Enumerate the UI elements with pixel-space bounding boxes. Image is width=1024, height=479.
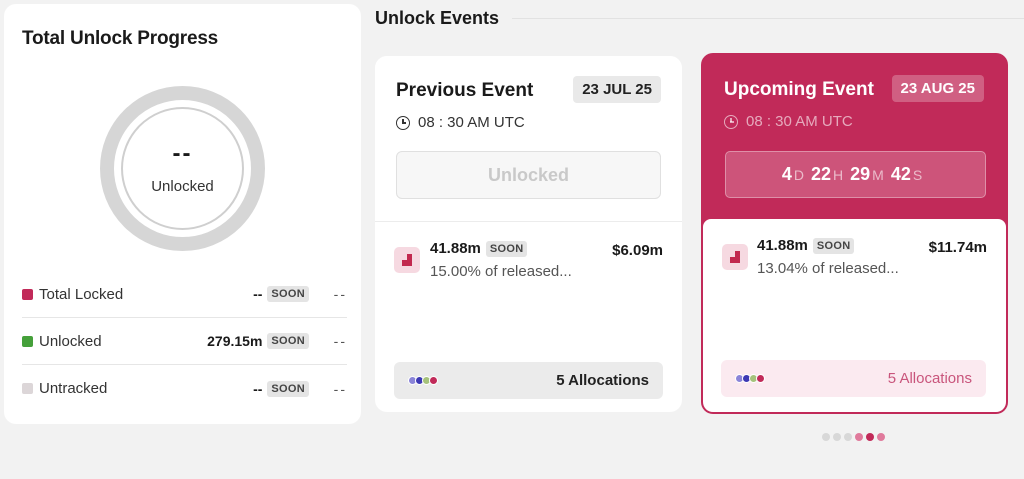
upcoming-amount: 41.88m: [757, 237, 808, 254]
countdown-hours-unit: H: [832, 166, 844, 183]
upcoming-event-title: Upcoming Event: [724, 79, 874, 100]
upcoming-allocations-label: 5 Allocations: [887, 370, 972, 387]
previous-usd-value: $6.09m: [612, 242, 663, 259]
pager-dot[interactable]: [855, 433, 863, 441]
countdown-seconds-unit: S: [912, 166, 923, 183]
legend-dash: --: [333, 380, 347, 397]
section-divider: [512, 18, 1024, 19]
countdown-days-unit: D: [793, 166, 804, 183]
upcoming-usd-value: $11.74m: [928, 239, 987, 256]
previous-event-time: 08 : 30 AM UTC: [418, 114, 525, 131]
previous-event-time-row: 08 : 30 AM UTC: [396, 114, 525, 131]
previous-amount-row: 41.88m SOON: [430, 240, 528, 257]
progress-label: Unlocked: [151, 178, 214, 195]
pager-dot[interactable]: [844, 433, 852, 441]
previous-allocations-bar[interactable]: 5 Allocations: [394, 362, 663, 399]
countdown-seconds: 42: [890, 164, 911, 184]
legend-row-unlocked: Unlocked 279.15m SOON --: [22, 318, 347, 365]
countdown-timer: 4D 22 H 29 M 42 S: [725, 151, 986, 198]
previous-event-header: Previous Event 23 JUL 25 08 : 30 AM UTC …: [375, 56, 682, 222]
legend-value: --: [253, 380, 263, 397]
token-icon: [722, 244, 748, 270]
countdown-minutes-unit: M: [872, 166, 884, 183]
dot: [429, 376, 438, 385]
legend-dash: --: [333, 333, 347, 349]
legend-swatch: [22, 288, 33, 300]
legend-name: Unlocked: [39, 332, 102, 350]
previous-event-date: 23 JUL 25: [573, 76, 661, 103]
previous-event-title: Previous Event: [396, 80, 534, 101]
soon-badge: SOON: [267, 333, 309, 349]
unlock-events-title: Unlock Events: [375, 8, 500, 28]
legend-value: 279.15m: [207, 333, 263, 349]
upcoming-event-time-row: 08 : 30 AM UTC: [724, 113, 853, 130]
dot: [756, 374, 765, 383]
upcoming-allocations-bar[interactable]: 5 Allocations: [721, 360, 986, 397]
previous-allocations-label: 5 Allocations: [556, 372, 649, 389]
countdown-minutes: 29: [850, 164, 871, 184]
progress-ring: -- Unlocked: [100, 86, 265, 251]
legend-name: Untracked: [39, 380, 108, 397]
clock-icon: [396, 115, 410, 130]
progress-ring-center: -- Unlocked: [121, 107, 244, 230]
upcoming-amount-row: 41.88m SOON: [757, 237, 855, 254]
previous-amount: 41.88m: [430, 240, 481, 257]
upcoming-event-date: 23 AUG 25: [891, 75, 984, 102]
soon-badge: SOON: [267, 286, 309, 302]
pager-dot[interactable]: [877, 433, 885, 441]
token-icon: [394, 247, 420, 273]
soon-badge: SOON: [812, 237, 855, 254]
progress-value: --: [172, 140, 193, 167]
legend-row-untracked: Untracked -- SOON --: [22, 365, 347, 412]
legend-swatch: [22, 335, 33, 347]
unlocked-button[interactable]: Unlocked: [396, 151, 661, 199]
countdown-days: 4: [781, 164, 792, 184]
previous-event-card[interactable]: Previous Event 23 JUL 25 08 : 30 AM UTC …: [375, 56, 682, 412]
upcoming-event-body: 41.88m SOON $11.74m 13.04% of released..…: [703, 219, 1006, 412]
legend-row-total-locked: Total Locked -- SOON --: [22, 271, 347, 318]
allocation-dots-icon: [408, 376, 438, 385]
legend-dash: --: [333, 286, 347, 302]
clock-icon: [724, 114, 738, 129]
allocation-dots-icon: [735, 374, 765, 383]
pager-dot[interactable]: [822, 433, 830, 441]
soon-badge: SOON: [485, 240, 528, 257]
previous-release-desc: 15.00% of released...: [430, 263, 572, 280]
countdown-hours: 22: [810, 164, 831, 184]
soon-badge: SOON: [267, 380, 309, 397]
pager-dot[interactable]: [833, 433, 841, 441]
unlock-progress-card: Total Unlock Progress -- Unlocked Total …: [4, 4, 361, 424]
progress-title: Total Unlock Progress: [22, 28, 219, 49]
upcoming-release-desc: 13.04% of released...: [757, 260, 899, 277]
upcoming-event-time: 08 : 30 AM UTC: [746, 113, 853, 130]
legend-name: Total Locked: [39, 285, 124, 303]
legend-swatch: [22, 383, 33, 394]
upcoming-event-card[interactable]: Upcoming Event 23 AUG 25 08 : 30 AM UTC …: [701, 53, 1008, 414]
pager-dot[interactable]: [866, 433, 874, 441]
legend-value: --: [253, 286, 263, 302]
carousel-pager: [822, 433, 888, 441]
